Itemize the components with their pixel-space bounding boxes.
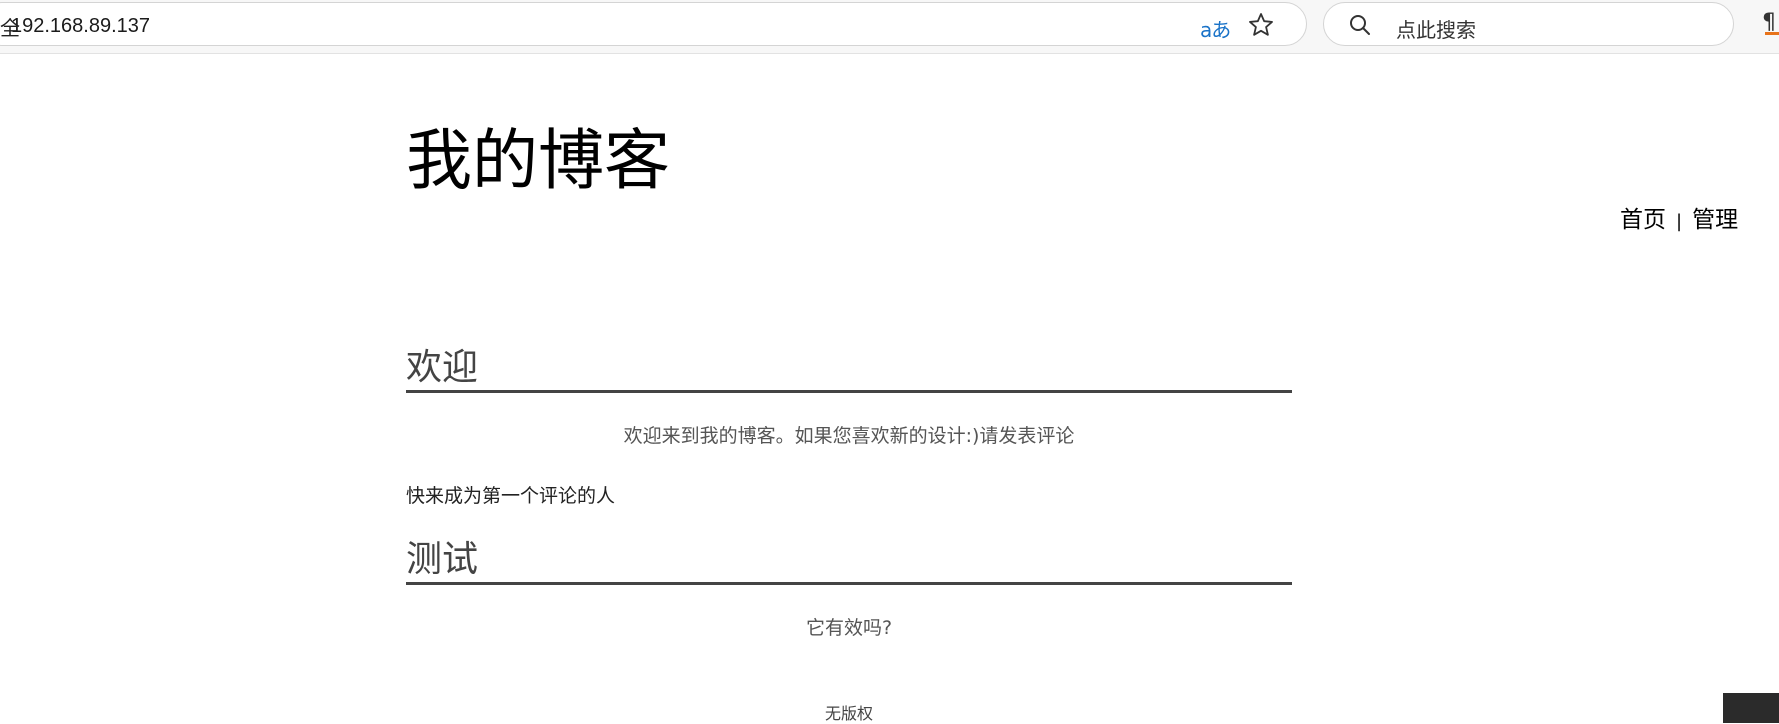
extension-icon[interactable]: ¶ [1762,10,1779,40]
post-title[interactable]: 测试 [406,542,1292,585]
star-icon[interactable] [1247,11,1275,39]
translate-icon[interactable]: aあ [1200,14,1231,43]
post-title[interactable]: 欢迎 [406,350,1292,393]
extension-accent-bar [1765,32,1779,35]
footer-copyright: 无版权 [824,704,873,723]
url-text[interactable]: 192.168.89.137 [11,15,150,38]
post-test: 测试 它有效吗? [406,542,1292,640]
nav-separator: | [1676,211,1683,232]
search-icon [1348,13,1372,37]
address-bar[interactable]: 192.168.89.137 aあ [0,2,1307,46]
post-welcome: 欢迎 欢迎来到我的博客。如果您喜欢新的设计:)请发表评论 [406,350,1292,448]
dark-corner-widget[interactable] [1723,693,1779,723]
site-info-icon[interactable]: 全 [0,12,20,41]
search-box[interactable]: 点此搜索 [1323,2,1734,46]
browser-toolbar: 192.168.89.137 aあ 全 点此搜索 ¶ [0,0,1779,54]
post-body: 欢迎来到我的博客。如果您喜欢新的设计:)请发表评论 [623,425,1075,447]
nav-admin-link[interactable]: 管理 [1692,207,1738,233]
post-body: 它有效吗? [805,617,893,639]
comment-prompt-link[interactable]: 快来成为第一个评论的人 [406,481,615,508]
nav-home-link[interactable]: 首页 [1620,207,1666,233]
top-nav: 首页 | 管理 [1620,200,1738,234]
blog-title: 我的博客 [406,122,670,199]
search-placeholder[interactable]: 点此搜索 [1396,14,1476,43]
